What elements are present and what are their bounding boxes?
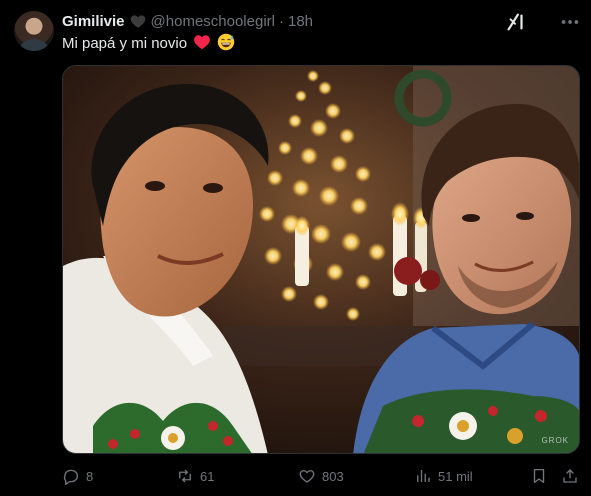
post-media-image[interactable]: GROK	[62, 65, 580, 454]
post-text-body: Mi papá y mi novio	[62, 35, 188, 52]
author-avatar[interactable]	[14, 11, 54, 51]
bookmark-button[interactable]	[530, 462, 548, 490]
repost-icon	[179, 469, 191, 483]
bookmark-icon	[533, 468, 545, 484]
reply-count: 8	[86, 468, 94, 484]
repost-count: 61	[200, 468, 215, 484]
more-options-icon[interactable]	[558, 11, 582, 33]
analytics-icon	[417, 470, 430, 482]
heart-icon	[299, 470, 315, 483]
photo-two-men-christmas-icon	[63, 66, 579, 453]
reply-button[interactable]: 8	[62, 462, 93, 490]
separator-dot: ·	[278, 12, 284, 30]
grok-watermark: GROK	[541, 436, 569, 445]
author-display-name[interactable]: Gimilivie	[62, 13, 125, 30]
post-text: Mi papá y mi novio	[62, 33, 235, 54]
share-icon	[563, 469, 577, 483]
black-heart-icon	[130, 15, 145, 28]
avatar-shoulders	[20, 39, 48, 51]
view-count: 51 mil	[438, 468, 473, 484]
share-button[interactable]	[561, 462, 579, 490]
repost-button[interactable]: 61	[176, 462, 214, 490]
laughing-sweat-emoji-icon	[218, 33, 235, 51]
like-button[interactable]: 803	[298, 462, 344, 490]
like-count: 803	[322, 468, 344, 484]
heart-red-emoji-icon	[194, 35, 211, 50]
post-timestamp[interactable]: 18h	[288, 13, 313, 30]
author-handle[interactable]: @homeschoolegirl	[151, 13, 275, 30]
reply-icon	[63, 469, 79, 485]
views-button[interactable]: 51 mil	[414, 462, 473, 490]
post-actions-bar: 8 61 803 51 mil	[62, 462, 581, 490]
post-header: Gimilivie @homeschoolegirl · 18h	[62, 11, 313, 31]
grok-icon[interactable]	[505, 11, 527, 33]
